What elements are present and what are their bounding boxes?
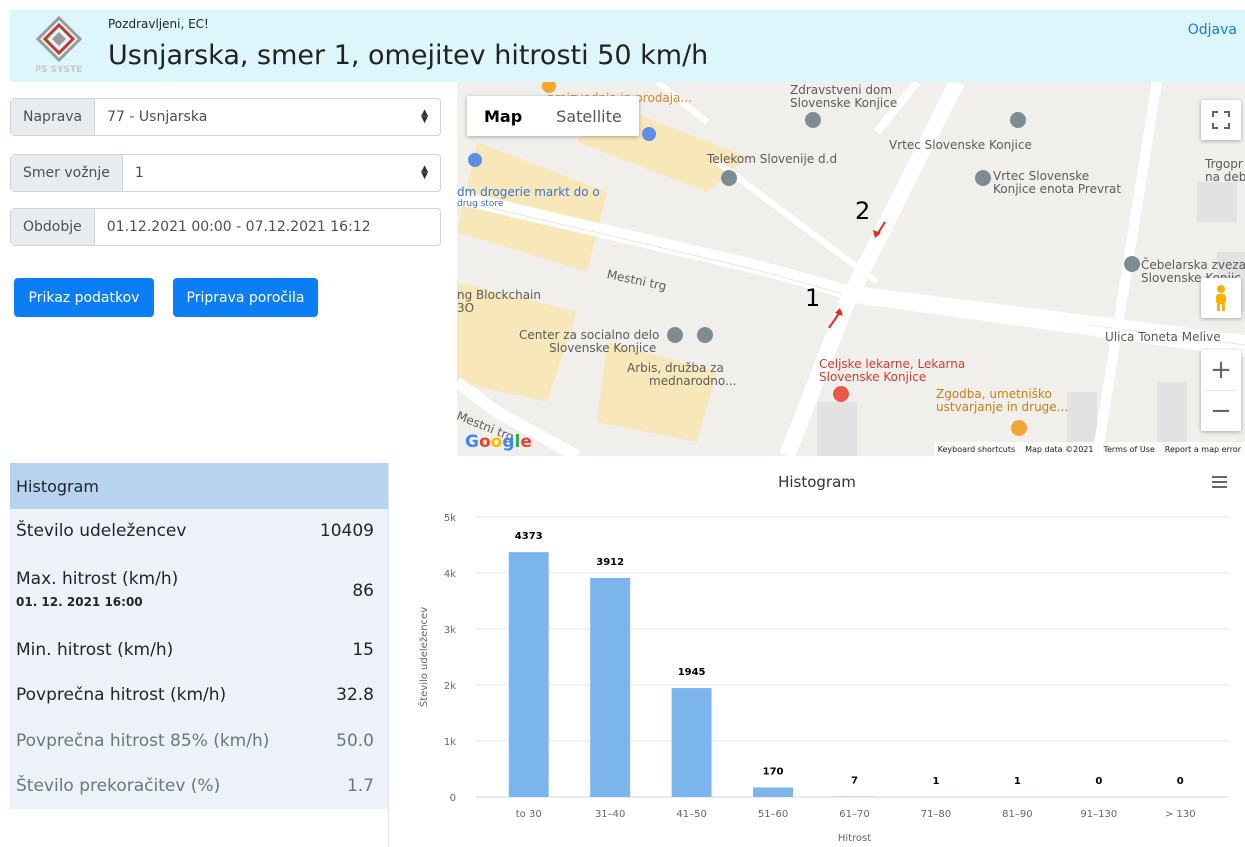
x-tick-label: 31–40	[595, 809, 625, 820]
x-tick-label: 91–130	[1080, 809, 1117, 820]
y-tick-label: 0	[450, 793, 456, 804]
greeting-text: Pozdravljeni, EC!	[108, 17, 209, 31]
x-tick-label: 41–50	[676, 809, 706, 820]
x-tick-label: > 130	[1165, 809, 1196, 820]
stat-value: 10409	[319, 521, 374, 541]
map-data-text: Map data ©2021	[1025, 444, 1094, 454]
marker-1-label: 1	[805, 284, 821, 312]
direction-select[interactable]: Smer vožnje 1 ▲ ▼	[10, 154, 441, 192]
histogram-bar	[508, 552, 549, 797]
device-select[interactable]: Naprava 77 - Usnjarska ▲ ▼	[10, 98, 441, 136]
bar-data-label: 1945	[678, 667, 706, 678]
bar-data-label: 0	[1177, 776, 1184, 787]
stats-heading: Histogram	[10, 463, 388, 509]
map-label: 3O	[457, 301, 475, 315]
device-label: Naprava	[11, 99, 96, 135]
fullscreen-icon[interactable]	[1201, 100, 1241, 140]
y-tick-label: 3k	[444, 625, 456, 636]
pegman-icon[interactable]	[1201, 278, 1241, 318]
stat-label: Min. hitrost (km/h)	[16, 640, 174, 660]
map-label: Slovenske Konjice	[790, 96, 898, 110]
stat-label: Max. hitrost (km/h)	[16, 569, 179, 589]
map-label: Slovenske Konjice	[819, 370, 927, 384]
cops-logo: COPS SYSTEMS	[36, 16, 82, 75]
map-label: Vrtec Slovenske Konjice	[889, 138, 1032, 152]
map-label: Telekom Slovenije d.d	[707, 152, 838, 166]
bar-data-label: 170	[763, 766, 784, 777]
x-tick-label: 71–80	[921, 809, 951, 820]
stat-value: 15	[352, 640, 374, 660]
map-label: Slovenske Konjice	[549, 341, 657, 355]
histogram-bar	[590, 577, 631, 797]
bar-data-label: 0	[1095, 776, 1102, 787]
map-canvas	[457, 82, 1245, 456]
y-axis-label: Število udeležencev	[417, 607, 430, 707]
logout-link[interactable]: Odjava	[1188, 22, 1237, 38]
y-tick-label: 5k	[444, 513, 456, 524]
x-tick-label: 81–90	[1002, 809, 1032, 820]
x-tick-label: 51–60	[758, 809, 788, 820]
header-bar: COPS SYSTEMS Pozdravljeni, EC! Usnjarska…	[10, 10, 1245, 82]
show-data-button[interactable]: Prikaz podatkov	[14, 278, 154, 317]
period-field[interactable]: Obdobje 01.12.2021 00:00 - 07.12.2021 16…	[10, 208, 441, 246]
map-label: Konjice enota Prevrat	[993, 182, 1122, 196]
chart-svg: 0 1k 2k 3k 4k 5k Število udeležencev 4373 to 30 3…	[417, 513, 1229, 844]
stat-label: Povprečna hitrost 85% (km/h)	[16, 731, 270, 751]
map-label: ustvarjanje in druge...	[936, 400, 1069, 414]
stat-value: 50.0	[336, 731, 374, 751]
report-error-link[interactable]: Report a map error	[1165, 445, 1241, 454]
select-arrows-icon: ▲ ▼	[421, 164, 428, 181]
tab-map[interactable]: Map	[467, 96, 539, 136]
map-label: na deb	[1205, 170, 1245, 184]
prepare-report-button[interactable]: Priprava poročila	[173, 278, 318, 317]
zoom-control: + −	[1201, 350, 1241, 431]
bar-data-label: 3912	[596, 557, 624, 568]
x-tick-label: to 30	[516, 809, 542, 820]
map-type-control: Map Satellite	[467, 96, 639, 136]
x-tick-label: 61–70	[839, 809, 869, 820]
stat-sub-date: 01. 12. 2021 16:00	[16, 595, 143, 609]
bar-data-label: 1	[1014, 776, 1021, 787]
map-label: drug store	[457, 199, 504, 209]
period-label: Obdobje	[11, 209, 95, 245]
stat-label: Število prekoračitev (%)	[16, 776, 221, 796]
keyboard-shortcuts-link[interactable]: Keyboard shortcuts	[938, 445, 1015, 454]
period-input[interactable]: 01.12.2021 00:00 - 07.12.2021 16:12	[95, 209, 440, 245]
marker-2-label: 2	[855, 197, 871, 225]
tab-satellite[interactable]: Satellite	[539, 96, 639, 136]
x-axis-label: Hitrost	[838, 833, 871, 844]
map-label: mednarodno...	[649, 374, 737, 388]
stat-value: 32.8	[336, 685, 374, 705]
stat-label: Povprečna hitrost (km/h)	[16, 685, 227, 705]
map-footer: Keyboard shortcuts Map data ©2021 Terms …	[933, 442, 1245, 456]
stat-value: 1.7	[346, 776, 374, 796]
device-value: 77 - Usnjarska	[107, 109, 208, 125]
bar-data-label: 7	[851, 776, 858, 787]
map-label: Ulica Toneta Melive	[1105, 330, 1221, 344]
y-tick-label: 2k	[444, 681, 456, 692]
stats-panel: Histogram Število udeležencev 10409 Max.…	[10, 463, 388, 809]
zoom-out-button[interactable]: −	[1201, 391, 1241, 431]
select-arrows-icon: ▲ ▼	[421, 108, 428, 125]
y-tick-label: 4k	[444, 569, 456, 580]
terms-link[interactable]: Terms of Use	[1103, 445, 1154, 454]
zoom-in-button[interactable]: +	[1201, 350, 1241, 390]
stat-label: Število udeležencev	[16, 521, 187, 541]
bar-data-label: 1	[932, 776, 939, 787]
google-logo: Google	[465, 432, 532, 452]
stat-value: 86	[352, 581, 374, 601]
histogram-bar	[671, 688, 712, 797]
histogram-chart: Histogram 0 1k 2k 3k 4k 5k Število udeležencev…	[389, 463, 1245, 847]
direction-value: 1	[134, 165, 144, 181]
histogram-bar	[753, 787, 794, 797]
page-title: Usnjarska, smer 1, omejitev hitrosti 50 …	[108, 40, 709, 71]
y-tick-label: 1k	[444, 737, 456, 748]
svg-text:COPS SYSTEMS: COPS SYSTEMS	[36, 65, 82, 75]
map-view[interactable]: proizvodnja in prodaja... Zdravstveni do…	[457, 82, 1245, 456]
bar-data-label: 4373	[515, 531, 543, 542]
direction-label: Smer vožnje	[11, 155, 123, 191]
